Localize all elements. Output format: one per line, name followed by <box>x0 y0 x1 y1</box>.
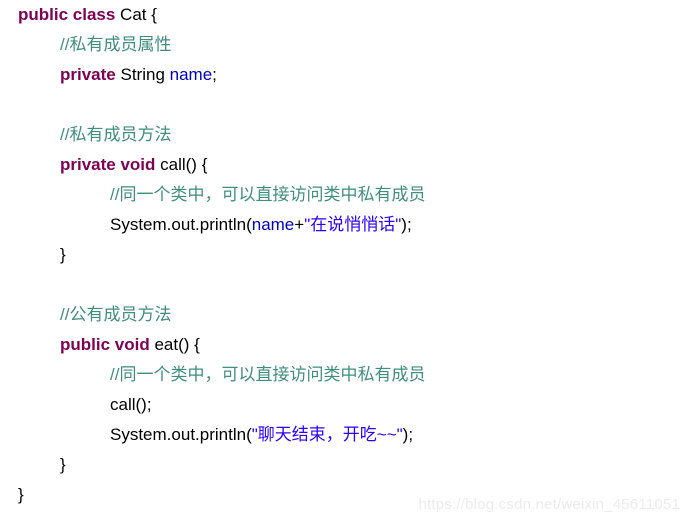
code-token-plain: .println( <box>195 425 252 444</box>
code-token-plain: + <box>294 215 305 234</box>
code-token-string: "聊天结束，开吃~~" <box>251 425 403 444</box>
code-token-comment: //公有成员方法 <box>60 305 172 324</box>
code-token-plain: eat() { <box>154 335 200 354</box>
code-token-keyword: public class <box>18 5 121 24</box>
code-token-keyword: private <box>60 65 121 84</box>
code-token-static_field: out <box>171 215 196 234</box>
code-token-comment: //同一个类中，可以直接访问类中私有成员 <box>110 185 426 204</box>
code-listing[interactable]: public class Cat { //私有成员属性 private String… <box>0 0 690 521</box>
code-token-plain: call(); <box>110 395 152 414</box>
code-token-field: name <box>169 65 213 84</box>
code-token-plain: ); <box>402 425 414 444</box>
code-line[interactable]: //私有成员方法 <box>0 120 690 150</box>
code-line[interactable]: } <box>0 240 690 270</box>
code-line[interactable]: System.out.println("聊天结束，开吃~~"); <box>0 420 690 450</box>
code-line[interactable]: //同一个类中，可以直接访问类中私有成员 <box>0 360 690 390</box>
code-token-keyword: public void <box>60 335 155 354</box>
code-line[interactable]: System.out.println(name+"在说悄悄话"); <box>0 210 690 240</box>
code-token-plain: System. <box>110 215 172 234</box>
code-line[interactable]: public class Cat { <box>0 0 690 30</box>
code-line[interactable]: call(); <box>0 390 690 420</box>
code-token-plain: } <box>60 455 66 474</box>
code-token-plain: System. <box>110 425 172 444</box>
code-token-static_field: out <box>171 425 196 444</box>
code-token-field: name <box>251 215 295 234</box>
code-token-comment: //私有成员方法 <box>60 125 172 144</box>
code-token-plain: Cat { <box>120 5 157 24</box>
code-token-plain: call() { <box>160 155 208 174</box>
code-line[interactable]: //私有成员属性 <box>0 30 690 60</box>
code-token-plain: .println( <box>195 215 252 234</box>
code-token-comment: //私有成员属性 <box>60 35 172 54</box>
code-token-plain: String <box>120 65 170 84</box>
code-token-keyword: private void <box>60 155 161 174</box>
code-token-plain: } <box>60 245 66 264</box>
code-line[interactable]: public void eat() { <box>0 330 690 360</box>
code-line[interactable]: private void call() { <box>0 150 690 180</box>
code-line[interactable]: //公有成员方法 <box>0 300 690 330</box>
watermark-text: https://blog.csdn.net/weixin_45611051 <box>418 496 680 513</box>
code-token-comment: //同一个类中，可以直接访问类中私有成员 <box>110 365 426 384</box>
code-token-plain: } <box>18 485 24 504</box>
code-line[interactable]: } <box>0 450 690 480</box>
code-line[interactable]: private String name; <box>0 60 690 90</box>
code-token-plain: ); <box>401 215 412 234</box>
code-line[interactable]: //同一个类中，可以直接访问类中私有成员 <box>0 180 690 210</box>
code-token-plain: ; <box>212 65 217 84</box>
code-token-string: "在说悄悄话" <box>304 215 402 234</box>
